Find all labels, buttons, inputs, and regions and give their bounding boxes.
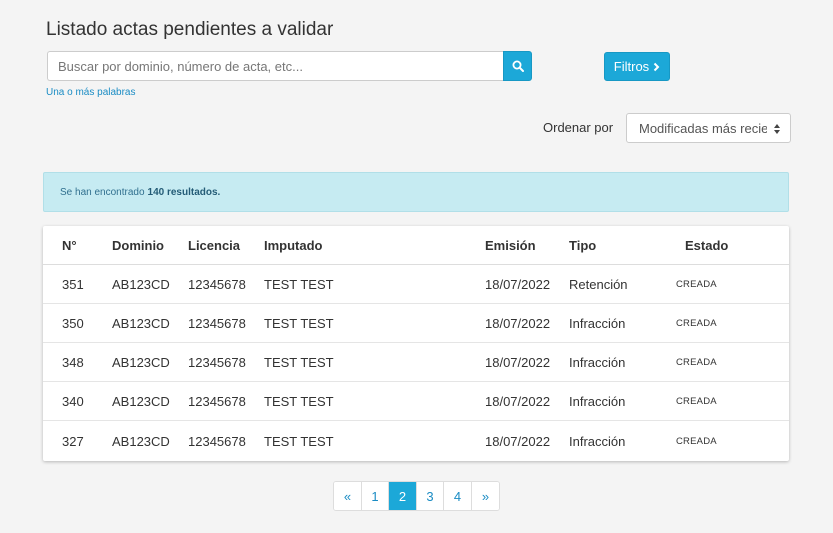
pagination-next[interactable]: »	[472, 482, 499, 510]
cell-estado: CREADA	[676, 278, 717, 290]
column-header-imputado[interactable]: Imputado	[264, 226, 323, 264]
column-header-dominio[interactable]: Dominio	[112, 226, 164, 264]
sort-selected-value: Modificadas más recientes	[639, 120, 767, 136]
sort-label: Ordenar por	[543, 120, 614, 135]
cell-imputado: TEST TEST	[264, 354, 334, 370]
page: Listado actas pendientes a validar Una o…	[0, 0, 833, 533]
cell-dominio: AB123CD	[112, 393, 170, 409]
cell-dominio: AB123CD	[112, 354, 170, 370]
column-header-emision[interactable]: Emisión	[485, 226, 536, 264]
cell-numero: 351	[62, 276, 84, 292]
column-header-numero[interactable]: N°	[62, 226, 77, 264]
filters-button[interactable]: Filtros	[604, 52, 670, 81]
table-row[interactable]: 327 AB123CD 12345678 TEST TEST 18/07/202…	[43, 422, 789, 461]
results-prefix: Se han encontrado	[60, 186, 145, 198]
cell-estado: CREADA	[676, 317, 717, 329]
search-hint: Una o más palabras	[46, 87, 136, 98]
pagination-page-3[interactable]: 3	[417, 482, 444, 510]
cell-tipo: Infracción	[569, 354, 626, 370]
cell-licencia: 12345678	[188, 393, 246, 409]
column-header-tipo[interactable]: Tipo	[569, 226, 596, 264]
cell-emision: 18/07/2022	[485, 434, 551, 449]
pagination-page-4[interactable]: 4	[444, 482, 472, 510]
column-header-estado[interactable]: Estado	[685, 226, 728, 264]
cell-emision: 18/07/2022	[485, 315, 551, 331]
cell-tipo: Infracción	[569, 315, 626, 331]
column-header-licencia[interactable]: Licencia	[188, 226, 240, 264]
cell-dominio: AB123CD	[112, 315, 170, 331]
cell-emision: 18/07/2022	[485, 393, 551, 409]
cell-numero: 340	[62, 393, 84, 409]
sort-select[interactable]: Modificadas más recientes	[626, 113, 791, 143]
pagination-prev[interactable]: «	[334, 482, 362, 510]
page-title: Listado actas pendientes a validar	[46, 19, 334, 40]
table-header: N° Dominio Licencia Imputado Emisión Tip…	[43, 226, 789, 265]
cell-emision: 18/07/2022	[485, 354, 551, 370]
cell-tipo: Infracción	[569, 393, 626, 409]
cell-emision: 18/07/2022	[485, 276, 551, 292]
cell-dominio: AB123CD	[112, 434, 170, 449]
sort-arrows-icon	[774, 124, 780, 134]
filters-label: Filtros	[613, 59, 650, 74]
table-row[interactable]: 351 AB123CD 12345678 TEST TEST 18/07/202…	[43, 265, 789, 304]
cell-imputado: TEST TEST	[264, 276, 334, 292]
search-input[interactable]	[47, 51, 504, 81]
cell-numero: 348	[62, 354, 84, 370]
cell-dominio: AB123CD	[112, 276, 170, 292]
search-button[interactable]	[503, 51, 532, 81]
cell-tipo: Retención	[569, 276, 628, 292]
cell-licencia: 12345678	[188, 276, 246, 292]
search-icon	[512, 60, 524, 72]
table-row[interactable]: 350 AB123CD 12345678 TEST TEST 18/07/202…	[43, 304, 789, 343]
results-table: N° Dominio Licencia Imputado Emisión Tip…	[43, 226, 789, 461]
results-count: 140 resultados.	[147, 186, 221, 198]
cell-imputado: TEST TEST	[264, 393, 334, 409]
pagination-page-1[interactable]: 1	[362, 482, 389, 510]
cell-numero: 327	[62, 434, 84, 449]
cell-imputado: TEST TEST	[264, 315, 334, 331]
cell-numero: 350	[62, 315, 84, 331]
pagination: « 1 2 3 4 »	[333, 481, 500, 511]
cell-imputado: TEST TEST	[264, 434, 334, 449]
pagination-page-2[interactable]: 2	[389, 482, 417, 510]
table-row[interactable]: 348 AB123CD 12345678 TEST TEST 18/07/202…	[43, 343, 789, 382]
cell-estado: CREADA	[676, 395, 717, 407]
table-row[interactable]: 340 AB123CD 12345678 TEST TEST 18/07/202…	[43, 382, 789, 421]
cell-tipo: Infracción	[569, 434, 626, 449]
cell-licencia: 12345678	[188, 354, 246, 370]
cell-estado: CREADA	[676, 356, 717, 368]
chevron-right-icon	[653, 62, 660, 71]
cell-licencia: 12345678	[188, 315, 246, 331]
cell-licencia: 12345678	[188, 434, 246, 449]
cell-estado: CREADA	[676, 436, 717, 447]
results-alert: Se han encontrado 140 resultados.	[43, 172, 789, 212]
